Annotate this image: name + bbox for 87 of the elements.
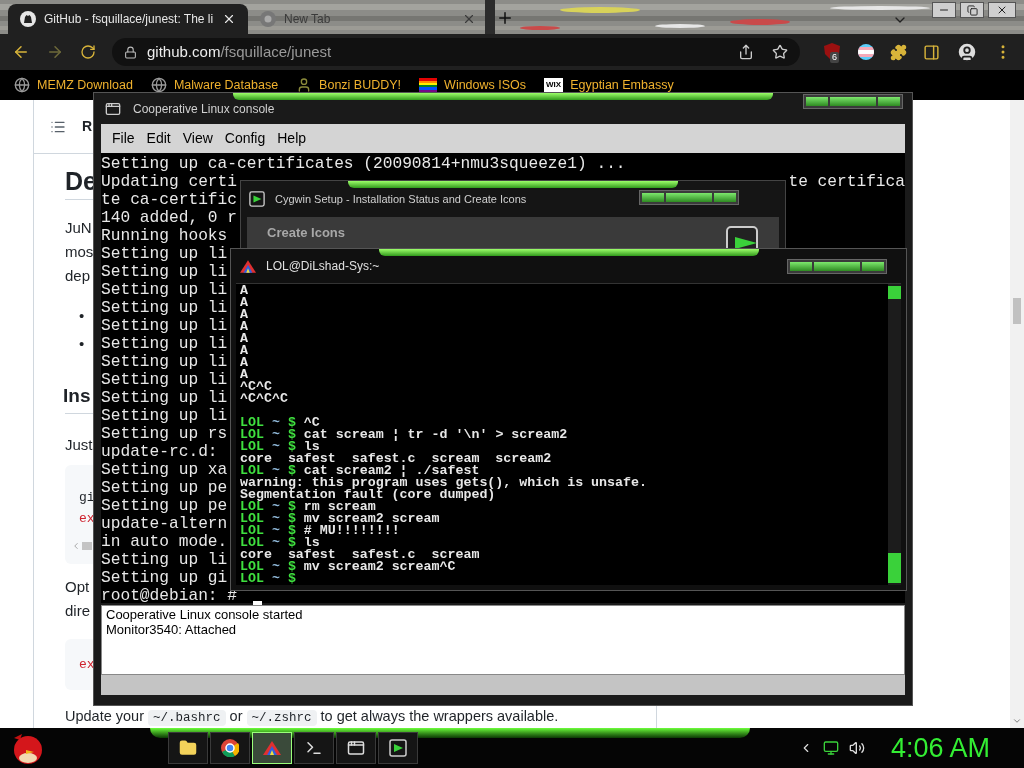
terminal-line: ^C^C^C <box>240 393 288 405</box>
log-line: Cooperative Linux console started <box>106 607 303 622</box>
paragraph-text: mos <box>65 241 94 262</box>
paragraph-text: Just <box>65 434 93 455</box>
extension-badge: 6 <box>830 52 839 63</box>
window-title: LOL@DiLshad-Sys:~ <box>266 258 380 275</box>
window-title: Cygwin Setup - Installation Status and Create Icons <box>275 191 527 207</box>
terminal-line: update-altern <box>101 515 228 533</box>
terminal-line: LOL ~ $ mv scream2 scream^C <box>240 561 456 573</box>
menu-item[interactable]: View <box>179 128 216 149</box>
terminal-line: A <box>240 297 248 309</box>
readme-label: R <box>82 117 93 137</box>
terminal-line: LOL ~ $ ^C <box>240 417 320 429</box>
terminal-line: LOL ~ $ ls <box>240 441 320 453</box>
terminal-line: Setting up xa <box>101 461 228 479</box>
paragraph-text: Update your ~/.bashrc or ~/.zshrc to get always the wrappers available. <box>65 707 559 728</box>
terminal-line: Setting up li <box>101 299 228 317</box>
terminal-line: Setting up li <box>101 281 228 299</box>
terminal-line: core safest safest.c scream <box>240 549 480 561</box>
terminal-line: Setting up li <box>101 317 228 335</box>
terminal-line: te certifica <box>788 173 905 191</box>
tab-title: GitHub - fsquillace/junest: The li <box>44 11 214 28</box>
terminal-line: Setting up li <box>101 263 228 281</box>
terminal-line: A <box>240 357 248 369</box>
terminal-line: Setting up gi <box>101 569 228 587</box>
paragraph-text: Opt <box>65 576 90 597</box>
paragraph-text: dep <box>65 265 91 286</box>
terminal-line: Setting up li <box>101 335 228 353</box>
window-title: Cooperative Linux console <box>133 100 275 118</box>
menu-item[interactable]: Help <box>274 128 310 149</box>
terminal-line: core safest safest.c scream scream2 <box>240 453 552 465</box>
terminal-line: LOL ~ $ cat scream ¦ tr -d '\n' > scream2 <box>240 429 568 441</box>
terminal-line: Setting up li <box>101 389 228 407</box>
terminal-line: ^C^C <box>240 381 272 393</box>
terminal-line: LOL ~ $ mv scream2 scream <box>240 513 440 525</box>
terminal-line: Setting up ca-certificates (20090814+nmu3squeeze1) ... <box>101 155 626 173</box>
terminal-line: LOL ~ $ rm scream <box>240 501 376 513</box>
terminal-line: Setting up pe <box>101 479 228 497</box>
terminal-line: Setting up li <box>101 353 228 371</box>
terminal-line: Setting up rs <box>101 425 228 443</box>
bookmark[interactable]: WIX Egyptian Embassy <box>544 75 674 95</box>
bookmark[interactable]: Malware Database <box>150 75 279 95</box>
browser-tab[interactable]: GitHub - fsquillace/junest: The li <box>8 4 248 34</box>
terminal-line: A <box>240 345 248 357</box>
terminal-line: in auto mode. <box>101 533 228 551</box>
terminal-line: A <box>240 309 248 321</box>
bookmark[interactable]: MEMZ Download <box>14 75 133 95</box>
terminal-line: Setting up li <box>101 551 228 569</box>
terminal-line: update-rc.d: <box>101 443 218 461</box>
log-line: Monitor3540: Attached <box>106 622 237 637</box>
menu-item[interactable]: File <box>109 128 138 149</box>
terminal-line: Setting up pe <box>101 497 228 515</box>
section-heading: Create Icons <box>267 224 346 242</box>
terminal-line: LOL ~ $ # MU!!!!!!!! <box>240 525 400 537</box>
address-bar[interactable]: github.com/fsquillace/junest <box>112 38 800 66</box>
terminal-line: 140 added, 0 r <box>101 209 237 227</box>
terminal-line: LOL ~ $ <box>240 573 296 585</box>
bullet: • <box>79 305 85 326</box>
terminal-line: Running hooks <box>101 227 228 245</box>
paragraph-text: dire <box>65 600 90 621</box>
terminal-line: Segmentation fault (core dumped) <box>240 489 496 501</box>
menu-item[interactable]: Edit <box>143 128 174 149</box>
terminal-line: Setting up li <box>101 245 228 263</box>
bookmark[interactable]: Bonzi BUDDY! <box>296 75 402 95</box>
terminal-line: warning: this program uses gets(), which is unsafe. <box>240 477 647 489</box>
terminal-line: LOL ~ $ cat scream2 ¦ ./safest <box>240 465 480 477</box>
code-line: ex <box>79 655 95 674</box>
terminal-line: LOL ~ $ ls <box>240 537 320 549</box>
tab-title: New Tab <box>284 11 332 28</box>
bookmark-icon: WIX <box>544 78 564 92</box>
terminal-line: A <box>240 285 248 297</box>
menu-item[interactable]: Config <box>221 128 269 149</box>
terminal-line: A <box>240 369 248 381</box>
code-line: ex <box>79 510 95 528</box>
terminal-line: te ca-certific <box>101 191 237 209</box>
bullet: • <box>79 333 85 354</box>
terminal-line: A <box>240 321 248 333</box>
paragraph-text: JuN <box>65 217 92 238</box>
code-line: gi <box>79 489 95 507</box>
url-text: github.com/fsquillace/junest <box>147 41 332 62</box>
section-heading: Ins <box>63 384 91 409</box>
bookmark[interactable]: Windows ISOs <box>419 75 527 95</box>
terminal-line: Updating certi <box>101 173 237 191</box>
terminal-line: Setting up li <box>101 407 228 425</box>
clock[interactable]: 4:06 AM <box>890 733 990 763</box>
terminal-line: A <box>240 333 248 345</box>
terminal-line: Setting up li <box>101 371 228 389</box>
